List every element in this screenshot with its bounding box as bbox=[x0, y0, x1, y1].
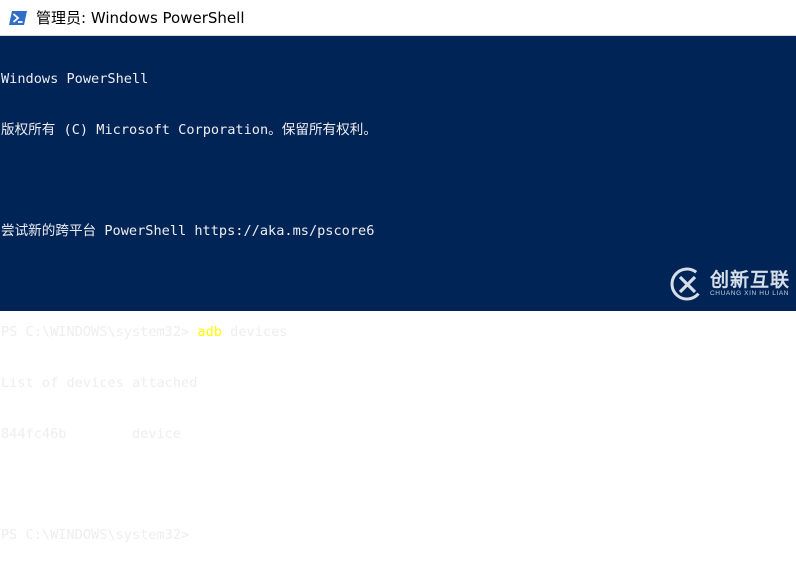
console-line: 版权所有 (C) Microsoft Corporation。保留所有权利。 bbox=[1, 121, 377, 138]
command-line[interactable]: PS C:\WINDOWS\system32> bbox=[1, 527, 796, 544]
device-row: 844fc46b device bbox=[1, 425, 182, 442]
chuangxin-logo-icon bbox=[670, 267, 704, 301]
command-line: PS C:\WINDOWS\system32> adb devices bbox=[1, 324, 796, 341]
watermark-subtitle: CHUANG XIN HU LIAN bbox=[709, 290, 790, 297]
prompt: PS C:\WINDOWS\system32> bbox=[1, 324, 198, 341]
watermark: 创新互联 CHUANG XIN HU LIAN bbox=[668, 265, 790, 303]
console-line: Windows PowerShell bbox=[1, 70, 149, 87]
prompt: PS C:\WINDOWS\system32> bbox=[1, 527, 198, 544]
command-argument: devices bbox=[221, 324, 288, 341]
window-title: 管理员: Windows PowerShell bbox=[36, 9, 245, 27]
title-bar[interactable]: 管理员: Windows PowerShell bbox=[0, 0, 796, 36]
console-line: List of devices attached bbox=[1, 375, 198, 392]
console-line: 尝试新的跨平台 PowerShell https://aka.ms/pscore… bbox=[1, 222, 375, 239]
command-name: adb bbox=[197, 324, 222, 341]
powershell-icon bbox=[9, 10, 27, 25]
watermark-title: 创新互联 bbox=[709, 269, 790, 291]
